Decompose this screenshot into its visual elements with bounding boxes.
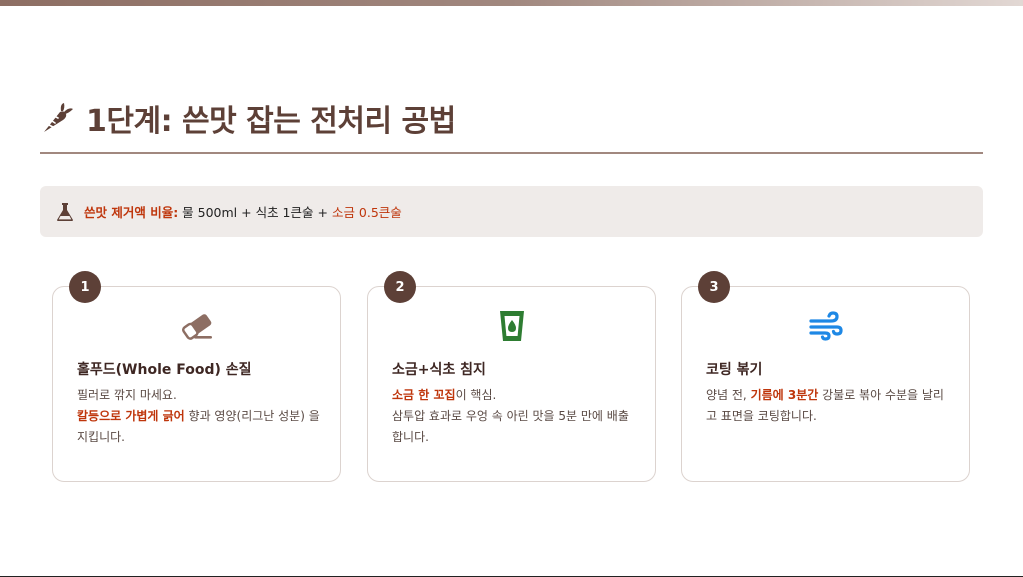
- glass-water-icon: [499, 311, 524, 341]
- step-highlight: 칼등으로 가볍게 긁어: [77, 409, 185, 423]
- wind-icon: [808, 311, 843, 341]
- step-title: 소금+식초 침지: [392, 362, 486, 378]
- step-description: 필러로 깎지 마세요. 칼등으로 가볍게 긁어 향과 영양(리그난 성분) 을 …: [77, 385, 322, 448]
- step-highlight: 소금 한 꼬집: [392, 388, 456, 402]
- step-number-badge: 1: [69, 271, 101, 303]
- notice-salt: 소금 0.5큰술: [331, 205, 402, 220]
- step-card-1: 1 홀푸드(Whole Food) 손질 필러로 깎지 마세요. 칼등으로 가볍…: [52, 271, 341, 482]
- ratio-notice: 쓴맛 제거액 비율: 물 500ml + 식초 1큰술 + 소금 0.5큰술: [40, 186, 983, 237]
- carrot-icon: [44, 103, 73, 132]
- notice-label: 쓴맛 제거액 비율:: [84, 205, 179, 220]
- notice-text: 쓴맛 제거액 비율: 물 500ml + 식초 1큰술 + 소금 0.5큰술: [84, 202, 402, 221]
- step-description: 소금 한 꼬집이 핵심. 삼투압 효과로 우엉 속 아린 맛을 5분 만에 배출…: [392, 385, 637, 448]
- step-card-3: 3 코팅 볶기 양념 전, 기름에 3분간 강불로 볶아 수분을 날리고 표면을…: [681, 271, 970, 482]
- flask-icon: [57, 202, 73, 221]
- notice-ratio: 물 500ml + 식초 1큰술 +: [178, 205, 332, 220]
- step-title: 홀푸드(Whole Food) 손질: [77, 362, 252, 378]
- step-highlight: 기름에 3분간: [750, 388, 819, 402]
- step-rest: 이 핵심.: [455, 388, 497, 402]
- top-accent-bar: [0, 0, 1023, 6]
- step-description: 양념 전, 기름에 3분간 강불로 볶아 수분을 날리고 표면을 코팅합니다.: [706, 385, 951, 427]
- step-line: 삼투압 효과로 우엉 속 아린 맛을 5분 만에 배출합니다.: [392, 409, 629, 444]
- step-line: 필러로 깎지 마세요.: [77, 388, 177, 402]
- title-divider: [40, 152, 983, 154]
- step-card-2: 2 소금+식초 침지 소금 한 꼬집이 핵심. 삼투압 효과로 우엉 속 아린 …: [367, 271, 656, 482]
- step-number-badge: 3: [698, 271, 730, 303]
- page-title: 1단계: 쓴맛 잡는 전처리 공법: [86, 104, 456, 139]
- step-title: 코팅 볶기: [706, 362, 763, 378]
- page-header: 1단계: 쓴맛 잡는 전처리 공법: [40, 94, 456, 142]
- step-pre: 양념 전,: [706, 388, 751, 402]
- eraser-icon: [181, 314, 212, 340]
- step-number-badge: 2: [384, 271, 416, 303]
